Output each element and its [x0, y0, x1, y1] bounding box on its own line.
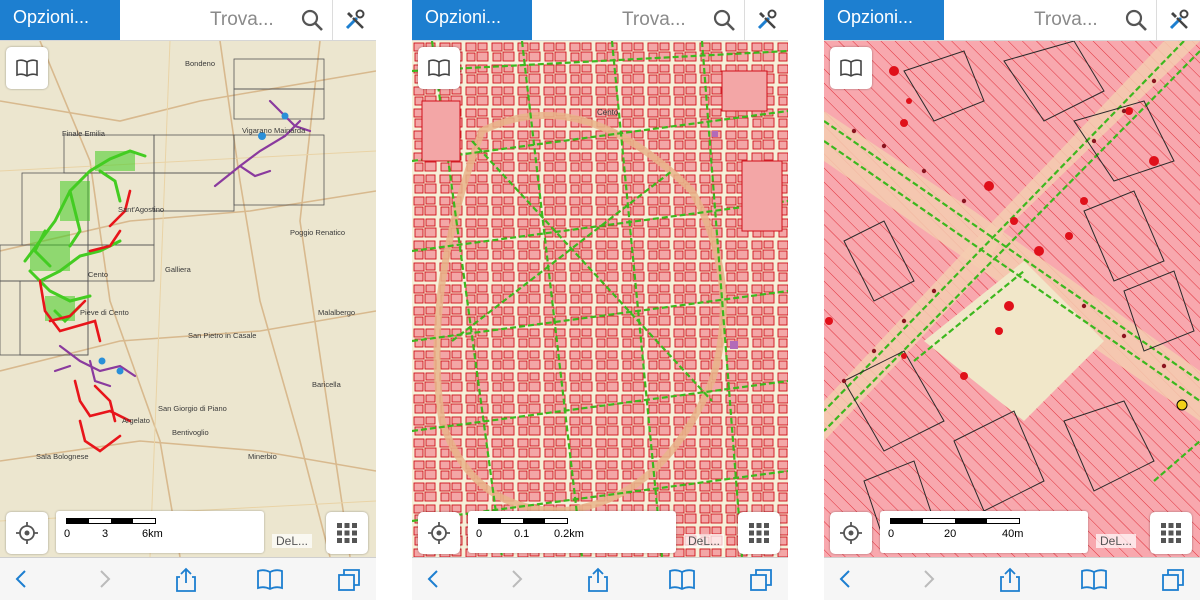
crosshair-icon — [428, 522, 450, 544]
book-icon — [840, 59, 862, 77]
map-view[interactable]: 0 20 40m DeL... — [824, 41, 1200, 557]
search-icon[interactable] — [300, 8, 324, 32]
book-icon — [16, 59, 38, 77]
place-label: Sant'Agostino — [118, 205, 164, 214]
place-label: Poggio Renatico — [290, 228, 345, 237]
place-label: Finale Emilia — [62, 129, 106, 138]
place-label: Cento — [597, 108, 619, 117]
options-button[interactable]: Opzioni... — [0, 0, 120, 40]
tabs-icon[interactable] — [748, 567, 774, 593]
phone-screen-detail: 0 20 40m DeL... Opzioni... Trova... — [824, 0, 1200, 600]
map-view[interactable]: Bondeno Finale Emilia Vigarano Mainarda … — [0, 41, 376, 557]
tabs-icon[interactable] — [1160, 567, 1186, 593]
locate-button[interactable] — [6, 512, 48, 554]
back-icon[interactable] — [424, 567, 444, 591]
forward-icon[interactable] — [506, 567, 526, 591]
share-icon[interactable] — [998, 567, 1022, 593]
forward-icon[interactable] — [94, 567, 114, 591]
scale-tick: 0 — [476, 528, 483, 540]
find-field[interactable]: Trova... — [1034, 0, 1098, 40]
place-label: Baricella — [312, 380, 342, 389]
place-label: Bentivoglio — [172, 428, 209, 437]
search-icon[interactable] — [1124, 8, 1148, 32]
layers-book-button[interactable] — [418, 47, 460, 89]
search-icon[interactable] — [712, 8, 736, 32]
layers-book-button[interactable] — [830, 47, 872, 89]
tools-icon — [345, 9, 365, 30]
bookmarks-icon[interactable] — [256, 567, 284, 591]
scale-bar: 0 20 40m — [880, 511, 1088, 553]
scale-tick: 0 — [64, 528, 71, 540]
place-label: Sala Bolognese — [36, 452, 89, 461]
phone-screen-town: Cento 0 0.1 0.2km DeL... Opzioni... Trov… — [412, 0, 788, 600]
scale-tick: 40m — [1002, 528, 1024, 540]
browser-toolbar — [824, 557, 1200, 600]
map-canvas: Bondeno Finale Emilia Vigarano Mainarda … — [0, 41, 376, 557]
map-credit: DeL... — [684, 534, 725, 548]
apps-grid-button[interactable] — [738, 512, 780, 554]
tabs-icon[interactable] — [336, 567, 362, 593]
map-credit: DeL... — [272, 534, 313, 548]
scale-tick: 3 — [102, 528, 109, 540]
tools-button[interactable] — [1156, 0, 1200, 40]
top-bar: Opzioni... Trova... — [824, 0, 1200, 41]
options-button[interactable]: Opzioni... — [824, 0, 944, 40]
book-icon — [428, 59, 450, 77]
place-label: Galliera — [165, 265, 192, 274]
find-field[interactable]: Trova... — [622, 0, 686, 40]
map-canvas: Cento — [412, 41, 788, 557]
place-label: Pieve di Cento — [80, 308, 129, 317]
top-bar: Opzioni... Trova... — [0, 0, 376, 41]
tools-icon — [1169, 9, 1189, 30]
browser-toolbar — [412, 557, 788, 600]
grid-icon — [1161, 523, 1181, 543]
scale-tick: 6km — [142, 528, 163, 540]
place-label: Malalbergo — [318, 308, 355, 317]
place-label: Bondeno — [185, 59, 215, 68]
scale-tick: 0 — [888, 528, 895, 540]
tools-button[interactable] — [332, 0, 376, 40]
back-icon[interactable] — [12, 567, 32, 591]
place-label: Minerbio — [248, 452, 277, 461]
map-canvas — [824, 41, 1200, 557]
bookmarks-icon[interactable] — [668, 567, 696, 591]
apps-grid-button[interactable] — [326, 512, 368, 554]
scale-tick: 20 — [944, 528, 957, 540]
place-label: Cento — [88, 270, 108, 279]
share-icon[interactable] — [174, 567, 198, 593]
find-field[interactable]: Trova... — [210, 0, 274, 40]
locate-button[interactable] — [418, 512, 460, 554]
place-label: San Pietro in Casale — [188, 331, 256, 340]
scale-tick: 0.1 — [514, 528, 530, 540]
grid-icon — [749, 523, 769, 543]
share-icon[interactable] — [586, 567, 610, 593]
tools-icon — [757, 9, 777, 30]
grid-icon — [337, 523, 357, 543]
apps-grid-button[interactable] — [1150, 512, 1192, 554]
map-view[interactable]: Cento 0 0.1 0.2km DeL... — [412, 41, 788, 557]
scale-bar: 0 0.1 0.2km — [468, 511, 676, 553]
scale-tick: 0.2km — [554, 528, 584, 540]
options-button[interactable]: Opzioni... — [412, 0, 532, 40]
bookmarks-icon[interactable] — [1080, 567, 1108, 591]
map-credit: DeL... — [1096, 534, 1137, 548]
place-label: San Giorgio di Piano — [158, 404, 227, 413]
phone-screen-regional: Bondeno Finale Emilia Vigarano Mainarda … — [0, 0, 376, 600]
browser-toolbar — [0, 557, 376, 600]
back-icon[interactable] — [836, 567, 856, 591]
place-label: Argelato — [122, 416, 150, 425]
layers-book-button[interactable] — [6, 47, 48, 89]
top-bar: Opzioni... Trova... — [412, 0, 788, 41]
crosshair-icon — [840, 522, 862, 544]
tools-button[interactable] — [744, 0, 788, 40]
crosshair-icon — [16, 522, 38, 544]
place-label: Vigarano Mainarda — [242, 126, 306, 135]
locate-button[interactable] — [830, 512, 872, 554]
forward-icon[interactable] — [918, 567, 938, 591]
scale-bar: 0 3 6km — [56, 511, 264, 553]
